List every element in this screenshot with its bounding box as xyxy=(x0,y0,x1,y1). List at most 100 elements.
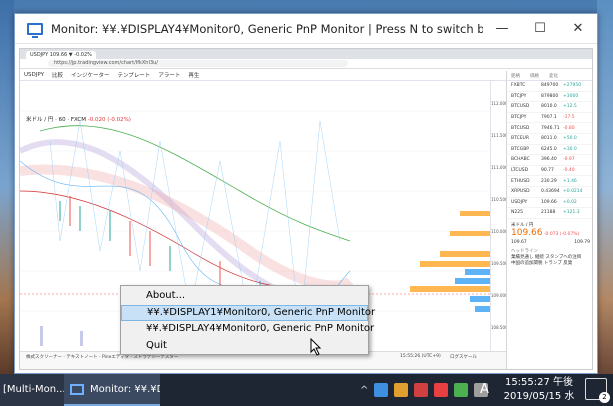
tray-app-icon[interactable] xyxy=(434,383,449,397)
watchlist-symbol: BCHABC xyxy=(511,157,530,163)
minimize-button[interactable]: — xyxy=(483,14,521,44)
watchlist-row[interactable]: LTCUSD 90.77 -0.40 xyxy=(507,166,592,177)
browser-tab-strip: USDJPY 109.66 ▼ -0.02% xyxy=(20,49,592,59)
context-menu[interactable]: About... ¥¥.¥DISPLAY1¥Monitor0, Generic … xyxy=(120,285,375,355)
symbol-detail: 米ドル / 円 109.66 -0.073 (-0.07%) 109.67 10… xyxy=(507,219,592,269)
watchlist-change: +27950 xyxy=(563,83,582,89)
watchlist-price: 849700 xyxy=(541,83,559,89)
close-button[interactable]: ✕ xyxy=(559,14,597,44)
tray-app-icon[interactable] xyxy=(414,383,429,397)
watchlist-symbol: FXBTC xyxy=(511,83,526,89)
day-high: 109.79 xyxy=(574,239,590,245)
watchlist-row[interactable]: BTCJPY 7907.1 -17.5 xyxy=(507,113,592,124)
toolbar-alerts[interactable]: アラート xyxy=(158,71,180,79)
taskbar-item-multimon[interactable]: [Multi-Mon... xyxy=(0,374,64,406)
browser-tab[interactable]: USDJPY 109.66 ▼ -0.02% xyxy=(26,51,96,59)
watchlist-symbol: BTCGBP xyxy=(511,146,530,152)
watchlist-row[interactable]: BCHABC 396.40 -0.97 xyxy=(507,155,592,166)
watchlist-price: 8011.0 xyxy=(541,136,557,142)
notification-badge: 2 xyxy=(599,392,610,403)
watchlist-change: +1.46 xyxy=(563,178,577,184)
watchlist-row[interactable]: N225 21188 +121.3 xyxy=(507,208,592,219)
watchlist-price: 109.66 xyxy=(541,199,557,205)
toolbar-templates[interactable]: テンプレート xyxy=(117,71,150,79)
watchlist-symbol: BTCJPY xyxy=(511,115,527,121)
watchlist-change: +0.0214 xyxy=(563,189,583,195)
watchlist-change: -0.40 xyxy=(563,168,575,174)
title-bar[interactable]: Monitor: ¥¥.¥DISPLAY4¥Monitor0, Generic … xyxy=(15,14,597,44)
watchlist-change: +3000 xyxy=(563,93,579,99)
menu-item-quit[interactable]: Quit xyxy=(121,338,368,355)
clock-time: 15:55:27 午後 xyxy=(504,377,574,388)
watchlist-row[interactable]: ETHUSD 230.29 +1.46 xyxy=(507,176,592,187)
watchlist-price: 6245.0 xyxy=(541,146,557,152)
watchlist-change: +12.5 xyxy=(563,104,577,110)
watchlist-symbol: BTCEUR xyxy=(511,136,529,142)
log-scale-toggle[interactable]: ログスケール xyxy=(450,354,477,360)
taskbar-item-monitor[interactable]: Monitor: ¥¥.¥DISPL... xyxy=(64,374,160,406)
menu-item-display1[interactable]: ¥¥.¥DISPLAY1¥Monitor0, Generic PnP Monit… xyxy=(121,304,375,321)
watchlist-symbol: XRPUSD xyxy=(511,189,530,195)
desktop-background-left xyxy=(0,0,14,374)
menu-item-display4[interactable]: ¥¥.¥DISPLAY4¥Monitor0, Generic PnP Monit… xyxy=(121,321,374,338)
watchlist-change: -0.97 xyxy=(563,157,575,163)
clock-date: 2019/05/15 水 xyxy=(503,391,575,402)
watchlist-price: 90.77 xyxy=(541,168,554,174)
toolbar-replay[interactable]: 再生 xyxy=(188,71,199,79)
watchlist-price: 396.40 xyxy=(541,157,557,163)
watchlist-price: 0.43694 xyxy=(541,189,560,195)
watchlist-price: 8010.0 xyxy=(541,104,557,110)
notification-center-icon[interactable]: 2 xyxy=(585,378,610,403)
watchlist-change: +50.0 xyxy=(563,136,577,142)
url-field[interactable]: https://jp.tradingview.com/chart/IfkXhI3… xyxy=(48,60,348,67)
browser-address-bar: https://jp.tradingview.com/chart/IfkXhI3… xyxy=(20,59,592,69)
watchlist-change: +30.0 xyxy=(563,146,577,152)
watchlist-row[interactable]: XRPUSD 0.43694 +0.0214 xyxy=(507,187,592,198)
watchlist-row[interactable]: BTCUSD 7946.71 -0.80 xyxy=(507,123,592,134)
tray-app-icon[interactable] xyxy=(394,383,409,397)
mouse-cursor-icon xyxy=(310,338,322,356)
bottom-tabs[interactable]: 株式スクリーナー · テキストノート · Pineエディタ · ストラテジーテス… xyxy=(26,355,178,360)
watchlist-symbol: LTCUSD xyxy=(511,168,529,174)
watchlist-change: +0.02 xyxy=(563,199,577,205)
tray-app-icon[interactable] xyxy=(454,383,469,397)
ime-indicator[interactable]: A xyxy=(480,374,489,406)
watchlist-symbol: BTCUSD xyxy=(511,104,530,110)
watchlist-change: +121.3 xyxy=(563,210,580,216)
tray-overflow-icon[interactable]: ^ xyxy=(360,385,368,396)
watchlist-row[interactable]: BTCUSD 8010.0 +12.5 xyxy=(507,102,592,113)
watchlist-symbol: USDJPY xyxy=(511,199,528,205)
pair-change: -0.020 (-0.02%) xyxy=(87,117,131,123)
window-title: Monitor: ¥¥.¥DISPLAY4¥Monitor0, Generic … xyxy=(51,21,483,36)
watchlist-row[interactable]: BTCJPY 879800 +3000 xyxy=(507,92,592,103)
menu-item-about[interactable]: About... xyxy=(121,288,368,305)
pair-title: 米ドル / 円 · 60 · FXCM -0.020 (-0.02%) xyxy=(26,117,131,123)
desktop-background-right xyxy=(597,0,613,374)
toolbar-compare[interactable]: 比較 xyxy=(52,71,63,79)
monitor-icon xyxy=(70,383,84,395)
time-readout: 15:55:26 (UTC+9) xyxy=(400,354,441,359)
detail-change: -0.073 (-0.07%) xyxy=(543,231,580,237)
watchlist-symbol: BTCUSD xyxy=(511,125,530,131)
taskbar: [Multi-Mon... Monitor: ¥¥.¥DISPL... ^ A … xyxy=(0,374,613,406)
watchlist-symbol: BTCJPY xyxy=(511,93,527,99)
maximize-button[interactable]: ☐ xyxy=(521,14,559,44)
watchlist-panel[interactable]: 銘柄 価格 変化 FXBTC 849700 +27950 BTCJPY 879800 +3… xyxy=(506,71,592,369)
detail-price: 109.66 xyxy=(511,227,543,238)
tray-app-icon[interactable] xyxy=(374,383,389,397)
day-low: 109.67 xyxy=(511,239,527,245)
watchlist-symbol: ETHUSD xyxy=(511,178,530,184)
symbol-label[interactable]: USDJPY xyxy=(24,72,44,78)
watchlist-row[interactable]: BTCEUR 8011.0 +50.0 xyxy=(507,134,592,145)
news-item[interactable]: 業績見通し 継続 スタンプへの注目 xyxy=(511,254,590,260)
watchlist-row[interactable]: USDJPY 109.66 +0.02 xyxy=(507,198,592,209)
watchlist-change: -0.80 xyxy=(563,125,575,131)
toolbar-indicators[interactable]: インジケーター xyxy=(71,71,110,79)
watchlist-header: 銘柄 価格 変化 xyxy=(507,71,592,81)
taskbar-clock[interactable]: 15:55:27 午後 2019/05/15 水 xyxy=(502,376,576,404)
watchlist-row[interactable]: FXBTC 849700 +27950 xyxy=(507,81,592,92)
watchlist-price: 7907.1 xyxy=(541,115,557,121)
watchlist-price: 230.29 xyxy=(541,178,557,184)
watchlist-row[interactable]: BTCGBP 6245.0 +30.0 xyxy=(507,145,592,156)
news-item[interactable]: 中国の追加関税 トランプ 反発 xyxy=(511,260,590,266)
